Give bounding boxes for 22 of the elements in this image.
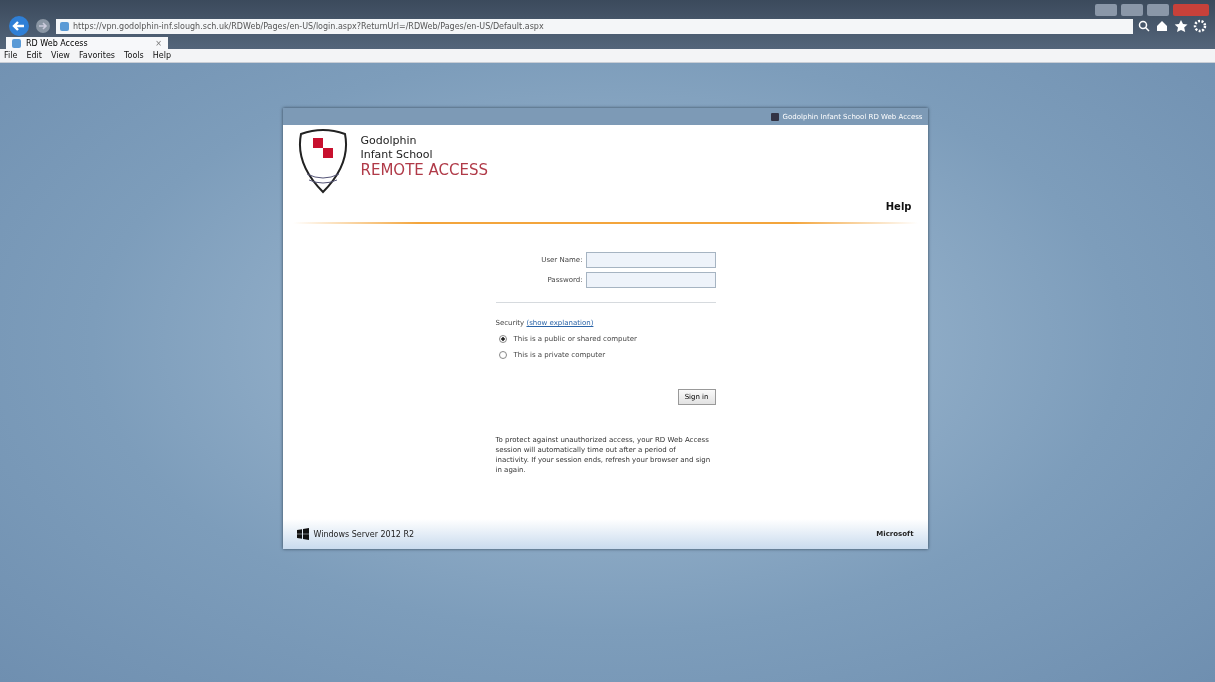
school-name: Godolphin — [360, 134, 418, 148]
radio-button[interactable] — [498, 335, 507, 343]
star-icon[interactable] — [1174, 19, 1188, 33]
footer-product-name: Windows Server 2012 R2 — [313, 529, 415, 539]
menu-item[interactable]: Help — [152, 51, 171, 60]
menu-item[interactable]: Tools — [124, 51, 144, 60]
menu-item[interactable]: View — [50, 51, 70, 60]
school-name: Infant School — [360, 148, 434, 162]
windows-logo-icon — [296, 528, 309, 540]
input-field[interactable] — [585, 272, 716, 288]
browser-tab[interactable]: RD Web Access × — [6, 37, 168, 50]
settings-icon[interactable] — [1193, 19, 1207, 33]
menu-item[interactable]: Edit — [26, 51, 42, 60]
logo-tagline: REMOTE ACCESS — [360, 162, 489, 178]
search-icon[interactable] — [1138, 20, 1150, 32]
radio-button[interactable] — [498, 351, 507, 359]
menu-item[interactable]: File — [4, 51, 18, 60]
home-icon[interactable] — [1155, 19, 1169, 33]
input-field[interactable] — [585, 252, 716, 268]
help-link[interactable]: Help — [885, 201, 912, 212]
menu-item[interactable]: Favorites — [78, 51, 115, 60]
address-bar[interactable]: https://vpn.godolphin-inf.slough.sch.uk/RDWeb/Pages/en-US/login.aspx?ReturnUrl=/RDWeb/Pages/en-US/Default.aspx — [56, 18, 1133, 34]
